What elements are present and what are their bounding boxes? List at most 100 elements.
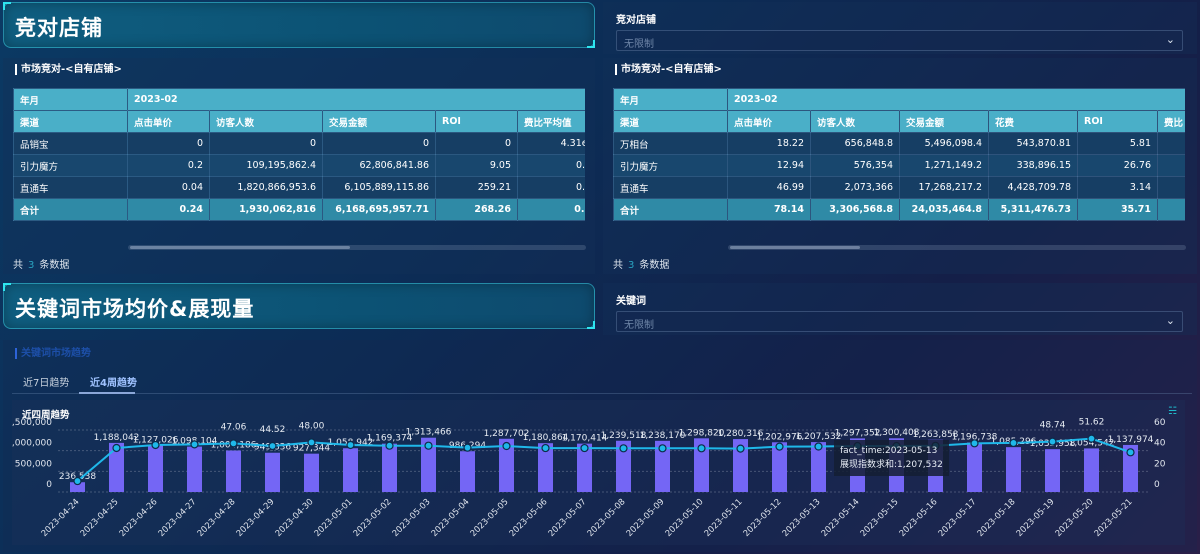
competitor-select[interactable]: 无限制 ⌄ (616, 30, 1183, 51)
line-data-label: 48.74 (1040, 421, 1066, 431)
table-cell: 0.1 (516, 176, 585, 199)
table-cell: 12.94 (727, 154, 811, 177)
column-header[interactable]: 点击单价 (127, 110, 210, 133)
x-tick-label: 2023-05-19 (1015, 497, 1057, 539)
column-header[interactable]: 渠道 (613, 110, 728, 133)
x-tick-label: 2023-04-26 (118, 497, 160, 539)
y-right-tick-label: 20 (1154, 459, 1166, 469)
y-left-tick-label: 500,000 (15, 459, 52, 469)
line-point (619, 444, 628, 453)
line-point (268, 441, 277, 451)
month-label: 年月 (613, 88, 728, 111)
total-cell: 6,168,695,957.71 (322, 198, 436, 221)
column-header[interactable]: 访客人数 (810, 110, 900, 133)
y-left-tick-label: 0 (46, 480, 52, 490)
line-point (736, 444, 745, 453)
line-point (190, 440, 199, 449)
table-cell: 576,354 (810, 154, 900, 177)
table-cell: 0 (127, 132, 210, 155)
table-cell: 6,105,889,115.86 (322, 176, 436, 199)
keyword-filter-panel: 关键词 无限制 ⌄ (603, 283, 1197, 335)
right-table-panel: 市场竞对-<自有店铺> 年月 2023-02 渠道 点击单价 访客人数 交易金额 花费 ROI 费… (603, 58, 1197, 274)
horizontal-scrollbar[interactable] (128, 245, 586, 250)
x-tick-label: 2023-05-16 (898, 497, 940, 539)
column-header[interactable]: ROI (1077, 110, 1158, 133)
table-cell: 0 (209, 132, 323, 155)
chevron-down-icon: ⌄ (1165, 33, 1175, 46)
column-header[interactable]: 费比平均值 (516, 110, 585, 133)
total-cell: 0.24 (127, 198, 210, 221)
tooltip-line: fact_time:2023-05-13 (840, 446, 938, 456)
tab-7day[interactable]: 近7日趋势 (23, 374, 69, 389)
month-label: 年月 (13, 88, 128, 111)
section-banner-competitor: 竞对店铺 (3, 2, 595, 48)
total-cell: 1,930,062,816 (209, 198, 323, 221)
line-data-label: 48.00 (299, 421, 325, 431)
line-point (541, 443, 550, 453)
x-tick-label: 2023-04-28 (196, 497, 238, 539)
line-point (346, 440, 355, 450)
column-header[interactable]: 点击单价 (727, 110, 811, 133)
line-point (463, 443, 472, 452)
bar-data-label: 1,137,974 (1108, 435, 1154, 445)
filter-label: 关键词 (616, 296, 646, 307)
table-cell: 259.21 (435, 176, 518, 199)
bar (1045, 449, 1060, 492)
tab-4week[interactable]: 近4周趋势 (90, 374, 137, 389)
scrollbar-thumb[interactable] (130, 246, 350, 249)
column-header[interactable]: 花费 (988, 110, 1078, 133)
table-cell: 26.76 (1077, 154, 1158, 177)
column-header[interactable]: 访客人数 (209, 110, 323, 133)
line-point (775, 442, 784, 451)
table-cell: 4.31e- (516, 132, 585, 155)
bar (1084, 448, 1099, 492)
table-cell: 2,073,366 (810, 176, 900, 199)
table-cell: 5,496,098.4 (899, 132, 989, 155)
keyword-select[interactable]: 无限制 ⌄ (616, 311, 1183, 332)
total-cell: 24,035,464.8 (899, 198, 989, 221)
column-header[interactable]: 交易金额 (899, 110, 989, 133)
tab-divider (12, 393, 1192, 394)
table-cell (1156, 132, 1185, 155)
scrollbar-thumb[interactable] (730, 246, 860, 249)
x-tick-label: 2023-04-25 (79, 497, 121, 539)
month-value: 2023-02 (726, 88, 1185, 111)
x-tick-label: 2023-05-10 (664, 497, 706, 539)
count-prefix: 共 (13, 260, 23, 271)
line-point (970, 439, 979, 448)
left-table-panel: 市场竞对-<自有店铺> 年月 2023-02 渠道 点击单价 访客人数 交易金额 ROI 费比平… (3, 58, 595, 274)
line-point (1048, 437, 1057, 446)
table-cell: 656,848.8 (810, 132, 900, 155)
x-tick-label: 2023-05-03 (391, 497, 433, 539)
table-cell (1156, 176, 1185, 199)
line-point (151, 440, 160, 450)
trend-chart: 0500,0001,000,0001,500,0000204060236,538… (12, 418, 1166, 539)
total-cell: 合计 (13, 198, 128, 221)
line-point (307, 438, 316, 447)
table-cell: 46.99 (727, 176, 811, 199)
table-row-month: 年月 2023-02 (13, 88, 585, 111)
bar-data-label: 1,313,466 (406, 428, 452, 438)
table-row-month: 年月 2023-02 (613, 88, 1185, 111)
count-prefix: 共 (613, 260, 623, 271)
table-header-row: 渠道 点击单价 访客人数 交易金额 ROI 费比平均值 (13, 110, 585, 133)
horizontal-scrollbar[interactable] (728, 245, 1186, 250)
count-value: 3 (628, 260, 635, 271)
table-row: 品销宝00004.31e- (13, 132, 585, 155)
column-header[interactable]: 渠道 (13, 110, 128, 133)
column-header[interactable]: 费比 (1156, 110, 1185, 133)
table-cell: 9.05 (435, 154, 518, 177)
column-header[interactable]: 交易金额 (322, 110, 436, 133)
trend-subtitle: 关键词市场趋势 (15, 348, 91, 359)
total-cell: 35.71 (1077, 198, 1158, 221)
x-tick-label: 2023-05-14 (820, 497, 862, 539)
column-header[interactable]: ROI (435, 110, 518, 133)
y-right-tick-label: 0 (1154, 480, 1160, 490)
table-row: 直通车 0.04 1,820,866,953.6 6,105,889,115.86 25… (13, 176, 585, 199)
count-suffix: 条数据 (39, 260, 70, 271)
bar (265, 452, 280, 492)
table-total-row: 合计 0.24 1,930,062,816 6,168,695,957.71 268.2… (13, 198, 585, 221)
total-cell: 268.26 (435, 198, 518, 221)
line-point (1087, 434, 1096, 443)
line-point (697, 444, 706, 453)
